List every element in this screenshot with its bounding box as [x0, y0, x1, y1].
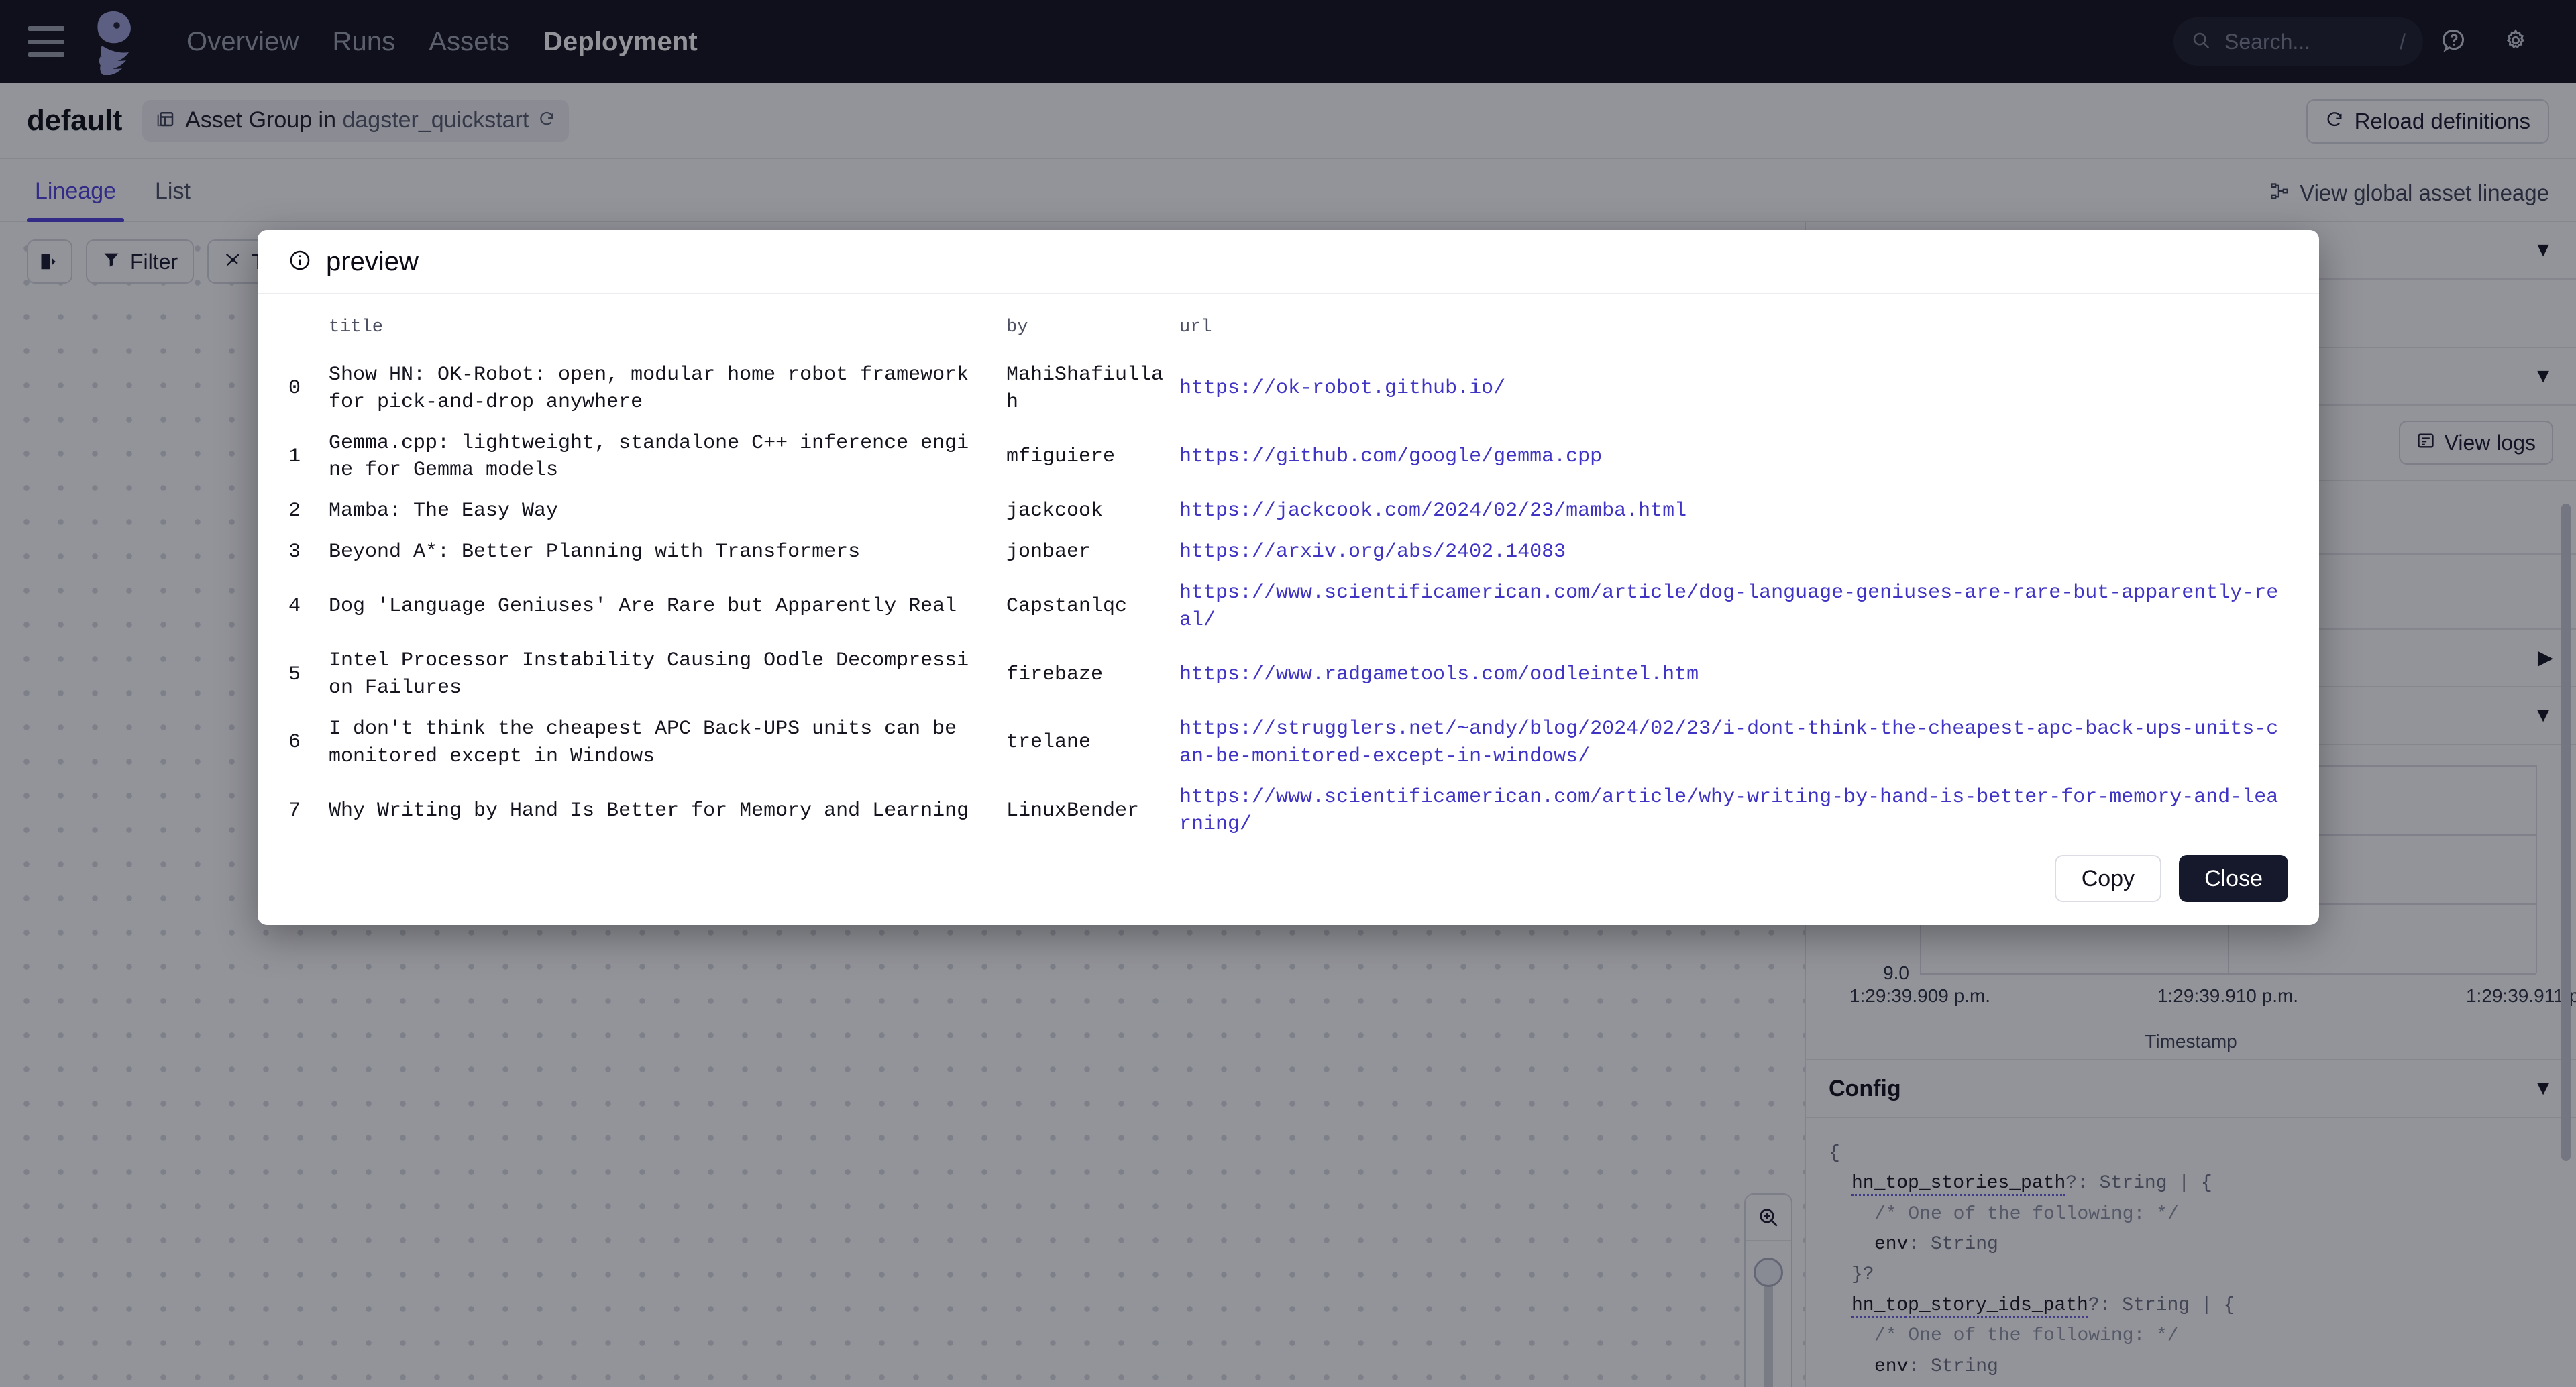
- row-author: firebaze: [1006, 663, 1104, 686]
- row-url-link[interactable]: https://www.scientificamerican.com/artic…: [1179, 581, 2278, 632]
- preview-dialog-header: preview: [258, 230, 2319, 294]
- row-title: Salient (YC W23) Is Hiring: [329, 845, 1006, 855]
- row-title: Why Writing by Hand Is Better for Memory…: [329, 799, 969, 822]
- row-index: 3: [288, 540, 301, 563]
- column-header-by: by: [1006, 317, 1028, 337]
- row-title: Mamba: The Easy Way: [329, 500, 559, 523]
- row-url-cell: https://ok-robot.github.io/: [1179, 355, 2288, 423]
- preview-table-body: 0 Show HN: OK-Robot: open, modular home r…: [288, 355, 2288, 855]
- row-url-link[interactable]: https://www.radgametools.com/oodleintel.…: [1179, 663, 1699, 686]
- preview-dialog-title: preview: [326, 246, 419, 276]
- row-author: mfiguiere: [1006, 445, 1116, 468]
- row-url-cell: https://arxiv.org/abs/2402.14083: [1179, 532, 2288, 573]
- row-title: Intel Processor Instability Causing Oodl…: [329, 649, 969, 700]
- table-row: 3 Beyond A*: Better Planning with Transfo…: [288, 532, 2288, 573]
- row-url-cell: https://strugglers.net/~andy/blog/2024/0…: [1179, 709, 2288, 777]
- row-author: jonbaer: [1006, 540, 1091, 563]
- table-row: 4 Dog 'Language Geniuses' Are Rare but Ap…: [288, 573, 2288, 641]
- table-row: 6 I don't think the cheapest APC Back-UPS…: [288, 709, 2288, 777]
- row-url-link[interactable]: https://arxiv.org/abs/2402.14083: [1179, 541, 1566, 563]
- row-url-link[interactable]: https://strugglers.net/~andy/blog/2024/0…: [1179, 718, 2278, 768]
- copy-button[interactable]: Copy: [2054, 855, 2162, 902]
- column-header-url: url: [1179, 317, 1212, 337]
- table-row: 5 Intel Processor Instability Causing Ood…: [288, 641, 2288, 709]
- column-header-index: [288, 317, 329, 355]
- row-index: 8: [288, 845, 329, 855]
- preview-dialog: preview title by url 0 Show HN: OK-Robot:…: [258, 230, 2319, 925]
- table-row: 1 Gemma.cpp: lightweight, standalone C++ …: [288, 423, 2288, 492]
- row-index: 4: [288, 595, 301, 618]
- row-index: 7: [288, 799, 301, 822]
- row-url-cell: https://www.scientificamerican.com/artic…: [1179, 573, 2288, 641]
- row-title: I don't think the cheapest APC Back-UPS …: [329, 717, 957, 768]
- row-title: Gemma.cpp: lightweight, standalone C++ i…: [329, 431, 969, 482]
- close-button[interactable]: Close: [2179, 855, 2288, 902]
- row-url-cell: https://www.scientificamerican.com/artic…: [1179, 777, 2288, 846]
- row-title: Dog 'Language Geniuses' Are Rare but App…: [329, 595, 957, 618]
- row-url-cell: https://github.com/google/gemma.cpp: [1179, 423, 2288, 492]
- row-index: 6: [288, 731, 301, 755]
- row-url-cell: https://jackcook.com/2024/02/23/mamba.ht…: [1179, 491, 2288, 532]
- preview-table: title by url 0 Show HN: OK-Robot: open, m…: [288, 317, 2288, 855]
- row-url-cell: https://www.radgametools.com/oodleintel.…: [1179, 641, 2288, 709]
- row-index: 5: [288, 663, 301, 686]
- row-title: Show HN: OK-Robot: open, modular home ro…: [329, 364, 969, 414]
- table-row: 0 Show HN: OK-Robot: open, modular home r…: [288, 355, 2288, 423]
- row-author: arimalik95: [1006, 845, 1179, 855]
- row-author: LinuxBender: [1006, 799, 1140, 822]
- row-index: 1: [288, 445, 301, 468]
- table-row: 8Salient (YC W23) Is Hiringarimalik95htt…: [288, 845, 2288, 855]
- column-header-title: title: [329, 317, 384, 337]
- row-index: 2: [288, 500, 301, 523]
- row-author: Capstanlqc: [1006, 595, 1128, 618]
- row-url-link[interactable]: https://jackcook.com/2024/02/23/mamba.ht…: [1179, 500, 1686, 522]
- preview-dialog-body: title by url 0 Show HN: OK-Robot: open, m…: [258, 294, 2319, 855]
- row-url-link[interactable]: https://www.scientificamerican.com/artic…: [1179, 786, 2278, 836]
- table-row: 7 Why Writing by Hand Is Better for Memor…: [288, 777, 2288, 846]
- preview-dialog-footer: Copy Close: [258, 855, 2319, 925]
- table-row: 2 Mamba: The Easy Way jackcook https://jack…: [288, 491, 2288, 532]
- row-url-cell: https://www.ycombinator.com/companies/sa…: [1179, 845, 2288, 855]
- table-header-row: title by url: [288, 317, 2288, 355]
- row-index: 0: [288, 377, 301, 400]
- row-author: trelane: [1006, 731, 1091, 755]
- row-author: jackcook: [1006, 500, 1104, 523]
- row-url-link[interactable]: https://ok-robot.github.io/: [1179, 377, 1505, 400]
- info-circle-icon: [288, 249, 311, 275]
- row-author: MahiShafiullah: [1006, 364, 1164, 414]
- row-url-link[interactable]: https://github.com/google/gemma.cpp: [1179, 445, 1602, 468]
- row-title: Beyond A*: Better Planning with Transfor…: [329, 540, 861, 563]
